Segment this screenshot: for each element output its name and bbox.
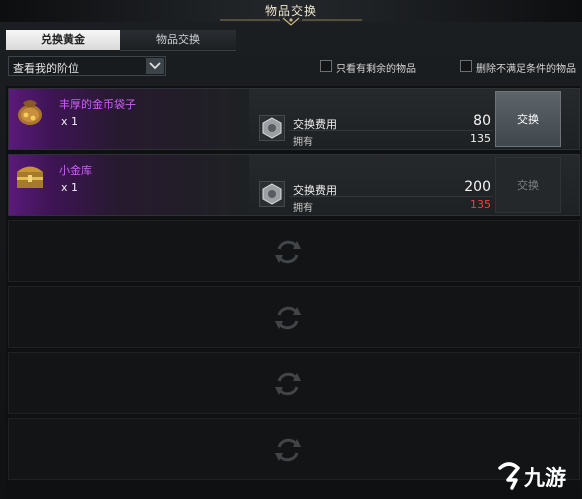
empty-slot <box>8 352 580 414</box>
cost-divider <box>289 196 493 197</box>
item-name: 丰厚的金币袋子 <box>59 98 136 111</box>
cost-value: 80 <box>473 113 491 129</box>
empty-slot <box>8 286 580 348</box>
item-quantity: x 1 <box>61 115 79 128</box>
own-value: 135 <box>470 132 491 145</box>
own-label: 拥有 <box>293 137 313 148</box>
exchange-arrows-icon <box>275 240 301 264</box>
cost-divider <box>289 130 493 131</box>
watermark-text: 九游 <box>524 466 566 490</box>
title-bar: 物品交换 <box>0 0 582 26</box>
item-info: 小金库 x 1 <box>9 155 249 215</box>
exchange-row: 丰厚的金币袋子 x 1 交换费用 80 拥有 135 交换 <box>8 88 580 150</box>
cost-currency <box>259 181 285 207</box>
watermark: 九游 <box>494 458 578 494</box>
checkbox-remaining-only[interactable] <box>320 60 332 72</box>
exchange-list: 丰厚的金币袋子 x 1 交换费用 80 拥有 135 交换 小金库 x 1 交换… <box>6 86 580 499</box>
exchange-arrows-icon <box>275 306 301 330</box>
cost-panel: 交换费用 200 拥有 135 <box>253 179 493 214</box>
cost-value: 200 <box>464 179 491 195</box>
tab-exchange-gold[interactable]: 兑换黄金 <box>6 30 120 50</box>
coin-pouch-icon[interactable] <box>13 93 47 127</box>
exchange-arrows-icon <box>275 372 301 396</box>
treasure-chest-icon[interactable] <box>13 159 47 193</box>
item-exchange-window: 物品交换 兑换黄金 物品交换 查看我的阶位 只看有剩余的物品 删除不满足条件的物… <box>0 0 582 499</box>
own-label: 拥有 <box>293 203 313 214</box>
checkbox-remove-unmet[interactable] <box>460 60 472 72</box>
rank-select-value: 查看我的阶位 <box>13 62 79 75</box>
item-quantity: x 1 <box>61 181 79 194</box>
title-ornament-icon <box>220 17 362 26</box>
checkbox-remove-unmet-label: 删除不满足条件的物品 <box>476 64 576 75</box>
item-name: 小金库 <box>59 164 92 177</box>
checkbox-remaining-label: 只看有剩余的物品 <box>336 64 416 75</box>
exchange-row: 小金库 x 1 交换费用 200 拥有 135 交换 <box>8 154 580 216</box>
cost-currency <box>259 115 285 141</box>
select-dropdown-button[interactable] <box>146 58 164 74</box>
silver-emblem-icon <box>262 183 282 205</box>
exchange-button-disabled[interactable]: 交换 <box>495 157 561 213</box>
cost-panel: 交换费用 80 拥有 135 <box>253 113 493 148</box>
jiuyou-logo-icon <box>498 462 520 490</box>
empty-slot <box>8 220 580 282</box>
item-info: 丰厚的金币袋子 x 1 <box>9 89 249 149</box>
exchange-arrows-icon <box>275 438 301 462</box>
own-value-insufficient: 135 <box>470 198 491 211</box>
silver-emblem-icon <box>262 117 282 139</box>
exchange-button[interactable]: 交换 <box>495 91 561 147</box>
chevron-down-icon <box>149 62 161 70</box>
rank-select[interactable]: 查看我的阶位 <box>8 56 166 76</box>
tab-item-exchange[interactable]: 物品交换 <box>120 30 236 51</box>
filter-row: 查看我的阶位 只看有剩余的物品 删除不满足条件的物品 <box>8 56 582 78</box>
